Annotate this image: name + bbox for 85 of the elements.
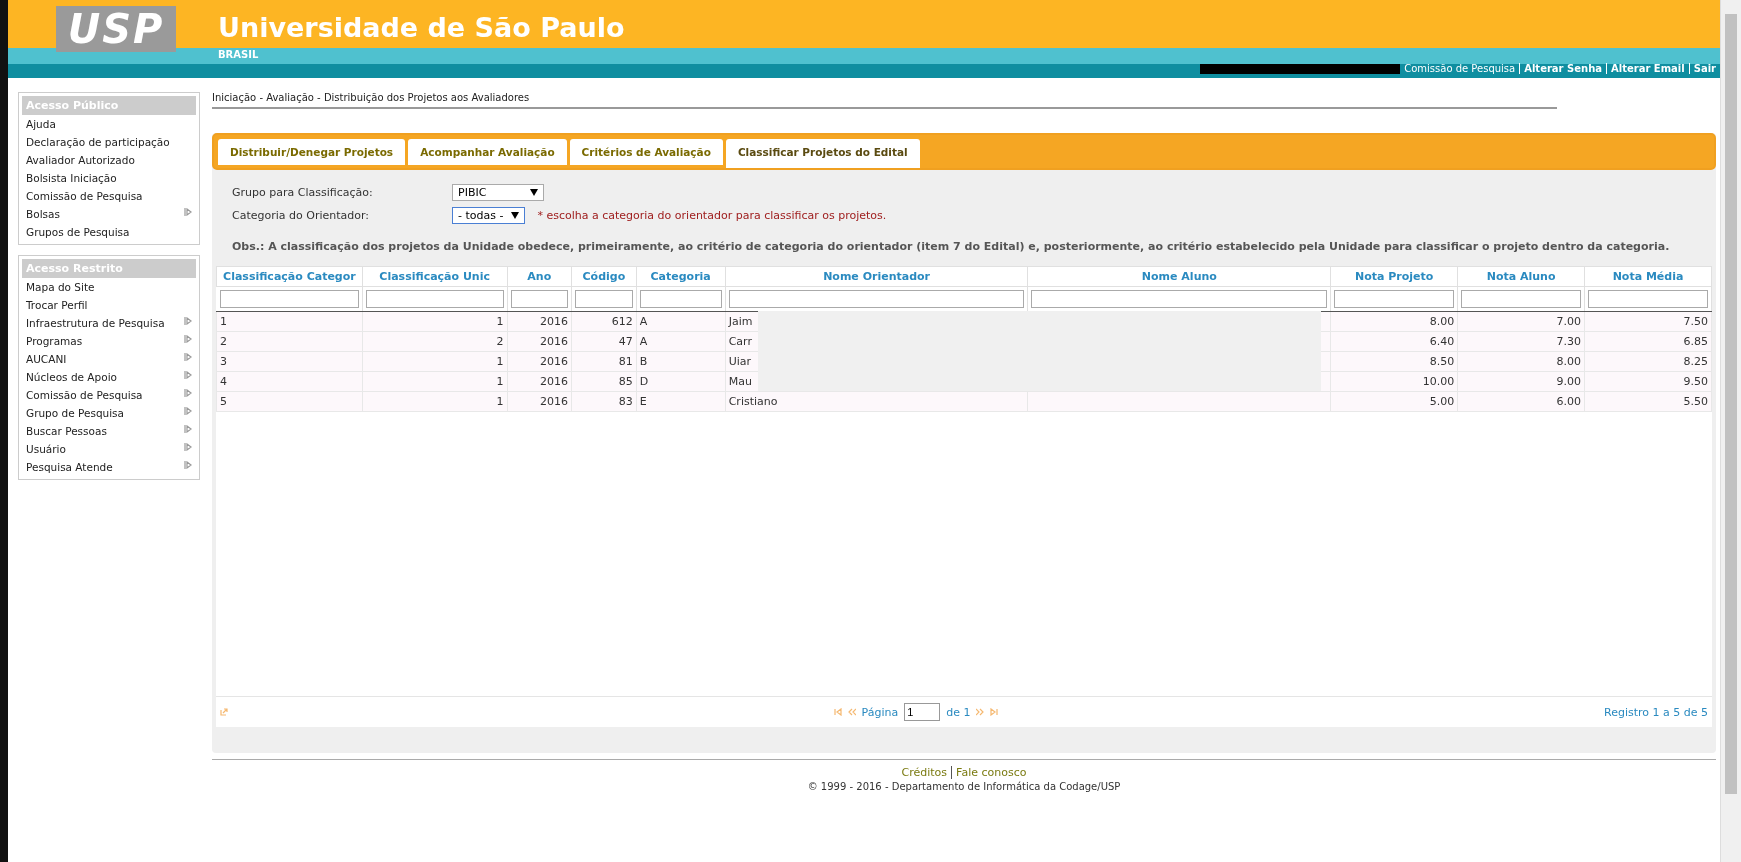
sidebar-item[interactable]: Ajuda: [22, 115, 196, 133]
sidebar-item[interactable]: Declaração de participação: [22, 133, 196, 151]
footer-link[interactable]: Fale conosco: [951, 766, 1031, 779]
submenu-arrow-icon: [184, 407, 192, 415]
sidebar-item[interactable]: Bolsista Iniciação: [22, 169, 196, 187]
column-header[interactable]: Nome Aluno: [1027, 266, 1331, 287]
previous-page-icon[interactable]: [847, 708, 856, 716]
filter-input[interactable]: [510, 290, 569, 308]
dropdown-arrow-icon: [511, 212, 520, 219]
header-link[interactable]: Alterar Email: [1606, 63, 1689, 74]
sidebar-item[interactable]: Comissão de Pesquisa: [22, 386, 196, 404]
sidebar-item[interactable]: Avaliador Autorizado: [22, 151, 196, 169]
filter-input[interactable]: [1461, 290, 1582, 308]
tab[interactable]: Distribuir/Denegar Projetos: [218, 139, 406, 165]
page-label: Página: [861, 705, 899, 719]
submenu-arrow-icon: [184, 353, 192, 361]
submenu-arrow-icon: [184, 371, 192, 379]
sidebar-item[interactable]: Pesquisa Atende: [22, 458, 196, 476]
submenu-arrow-icon: [184, 461, 192, 469]
next-page-icon[interactable]: [976, 708, 985, 716]
dropdown-arrow-icon: [530, 189, 538, 196]
sidebar-item[interactable]: Programas: [22, 332, 196, 350]
column-header[interactable]: Ano: [507, 266, 572, 287]
filter-input[interactable]: [1334, 290, 1455, 308]
tab[interactable]: Critérios de Avaliação: [569, 139, 723, 165]
group-select[interactable]: PIBIC: [452, 184, 544, 201]
sidebar-item[interactable]: Buscar Pessoas: [22, 422, 196, 440]
table-cell: 5: [216, 391, 363, 412]
column-header[interactable]: Nota Projeto: [1330, 266, 1458, 287]
header-link[interactable]: Alterar Senha: [1519, 63, 1606, 74]
header-link[interactable]: Comissão de Pesquisa: [1400, 63, 1520, 74]
sidebar-item[interactable]: Bolsas: [22, 205, 196, 223]
sidebar-item[interactable]: Grupo de Pesquisa: [22, 404, 196, 422]
field-label: Categoria do Orientador:: [232, 209, 371, 222]
note-text: Obs.: A classificação dos projetos da Unidade obedece, primeiramente, ao critério de categoria do orientador (item 7 do Edital) e, posteriormente, ao critério estabelecido pela Unidade para classificar o projeto dentro da categoria.: [231, 239, 1671, 255]
first-page-icon[interactable]: [833, 708, 842, 716]
page-count: de 1: [946, 705, 971, 719]
category-select[interactable]: - todas -: [452, 207, 526, 224]
submenu-arrow-icon: [184, 335, 192, 343]
export-icon[interactable]: [220, 708, 228, 716]
submenu-arrow-icon: [184, 208, 192, 216]
hint-text: * escolha a categoria do orientador para classificar os projetos.: [537, 209, 887, 222]
filter-input[interactable]: [575, 290, 633, 308]
table-cell: 1: [216, 311, 363, 332]
last-page-icon[interactable]: [990, 708, 999, 716]
footer-link[interactable]: Créditos: [897, 766, 952, 779]
table-cell: 3: [216, 351, 363, 372]
submenu-arrow-icon: [184, 389, 192, 397]
university-logo: USP: [56, 6, 176, 52]
filter-input[interactable]: [728, 290, 1025, 308]
submenu-arrow-icon: [184, 443, 192, 451]
sidebar-item[interactable]: Grupos de Pesquisa: [22, 223, 196, 241]
field-label: Grupo para Classificação:: [232, 186, 374, 199]
filter-input[interactable]: [1031, 290, 1328, 308]
sidebar-item[interactable]: Usuário: [22, 440, 196, 458]
column-header[interactable]: Classificação Categor: [216, 266, 363, 287]
filter-input[interactable]: [365, 290, 504, 308]
filter-input[interactable]: [219, 290, 359, 308]
sidebar-item[interactable]: Trocar Perfil: [22, 296, 196, 314]
sidebar-item[interactable]: Infraestrutura de Pesquisa: [22, 314, 196, 332]
tab[interactable]: Acompanhar Avaliação: [408, 139, 567, 165]
column-header[interactable]: Classificação Unic: [362, 266, 507, 287]
breadcrumb: Iniciação - Avaliação - Distribuição dos Projetos aos Avaliadores: [212, 92, 1557, 109]
table-cell: 2: [216, 331, 363, 352]
column-header[interactable]: Código: [571, 266, 637, 287]
sidebar-item[interactable]: Comissão de Pesquisa: [22, 187, 196, 205]
record-count: Registro 1 a 5 de 5: [1604, 705, 1708, 719]
page-input[interactable]: 1: [904, 703, 941, 721]
table-cell: 4: [216, 371, 363, 392]
column-header[interactable]: Nome Orientador: [725, 266, 1028, 287]
submenu-arrow-icon: [184, 425, 192, 433]
copyright-text: © 1999 - 2016 - Departamento de Informática da Codage/USP: [807, 781, 1121, 792]
sidebar-item[interactable]: AUCANI: [22, 350, 196, 368]
tab[interactable]: Classificar Projetos do Edital: [725, 139, 920, 168]
site-subtitle: BRASIL: [218, 49, 260, 60]
column-header[interactable]: Categoria: [636, 266, 726, 287]
scrollbar[interactable]: [1720, 0, 1741, 862]
filter-input[interactable]: [639, 290, 722, 308]
sidebar-item[interactable]: Núcleos de Apoio: [22, 368, 196, 386]
column-header[interactable]: Nota Média: [1584, 266, 1712, 287]
column-header[interactable]: Nota Aluno: [1457, 266, 1585, 287]
sidebar-item[interactable]: Mapa do Site: [22, 278, 196, 296]
site-title: Universidade de São Paulo: [218, 12, 625, 43]
filter-input[interactable]: [1588, 290, 1708, 308]
submenu-arrow-icon: [184, 317, 192, 325]
